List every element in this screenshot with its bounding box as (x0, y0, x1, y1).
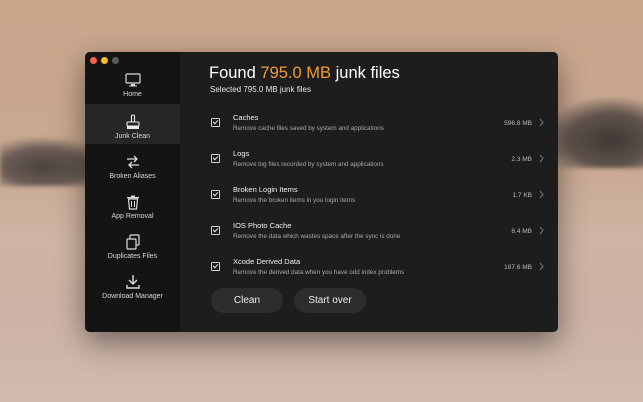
download-icon (125, 275, 140, 289)
item-description: Remove the data which wastes space after… (233, 233, 401, 240)
item-title: Caches (233, 113, 259, 122)
item-size: 1.7 KB (512, 192, 532, 199)
sidebar-item-label: Broken Aliases (109, 173, 156, 180)
monitor-icon (124, 73, 141, 87)
chevron-right-icon[interactable] (539, 226, 544, 235)
junk-item-xcode-derived-data[interactable]: Xcode Derived Data Remove the derived da… (210, 254, 544, 284)
item-checkbox[interactable] (211, 154, 220, 163)
title-amount: 795.0 MB (260, 64, 332, 82)
item-size: 187.6 MB (504, 264, 532, 271)
item-checkbox[interactable] (211, 190, 220, 199)
broom-icon (125, 114, 140, 129)
junk-item-logs[interactable]: Logs Remove log files recorded by system… (210, 146, 544, 176)
item-size: 596.8 MB (504, 120, 532, 127)
background-island-right (545, 98, 643, 168)
sidebar-item-duplicates-files[interactable]: Duplicates Files (85, 224, 180, 264)
duplicate-files-icon (125, 234, 140, 250)
junk-item-broken-login-items[interactable]: Broken Login Items Remove the broken ite… (210, 182, 544, 212)
sidebar-item-label: Home (123, 91, 142, 98)
selected-summary: Selected 795.0 MB junk files (210, 85, 311, 94)
item-size: 8.4 MB (511, 228, 532, 235)
title-suffix: junk files (335, 64, 400, 82)
trash-icon (126, 195, 139, 210)
shuffle-arrows-icon (126, 155, 139, 169)
item-title: Logs (233, 149, 250, 158)
chevron-right-icon[interactable] (539, 190, 544, 199)
clean-button[interactable]: Clean (211, 288, 283, 313)
item-title: Broken Login Items (233, 185, 298, 194)
item-checkbox[interactable] (211, 226, 220, 235)
sidebar-item-label: Download Manager (102, 293, 163, 300)
item-checkbox[interactable] (211, 118, 220, 127)
item-description: Remove cache files saved by system and a… (233, 125, 384, 132)
chevron-right-icon[interactable] (539, 118, 544, 127)
app-window: Home Junk Clean Broken Aliases App Remov… (85, 52, 558, 332)
sidebar-item-home[interactable]: Home (85, 62, 180, 102)
sidebar-item-label: App Removal (111, 213, 154, 220)
item-size: 2.3 MB (511, 156, 532, 163)
start-over-button[interactable]: Start over (294, 288, 366, 313)
sidebar-item-label: Junk Clean (114, 133, 151, 140)
item-checkbox[interactable] (211, 262, 220, 271)
page-title: Found 795.0 MB junk files (209, 64, 400, 83)
sidebar-item-label: Duplicates Files (107, 253, 158, 260)
title-prefix: Found (209, 64, 256, 82)
junk-item-caches[interactable]: Caches Remove cache files saved by syste… (210, 110, 544, 140)
item-description: Remove the broken items in you login ite… (233, 197, 356, 204)
chevron-right-icon[interactable] (539, 154, 544, 163)
main-panel: Found 795.0 MB junk files Selected 795.0… (180, 52, 558, 332)
sidebar-item-download-manager[interactable]: Download Manager (85, 264, 180, 304)
item-description: Remove the derived data when you have od… (233, 269, 405, 276)
sidebar-item-broken-aliases[interactable]: Broken Aliases (85, 144, 180, 184)
sidebar-item-junk-clean[interactable]: Junk Clean (85, 104, 180, 144)
sidebar-item-app-removal[interactable]: App Removal (85, 184, 180, 224)
chevron-right-icon[interactable] (539, 262, 544, 271)
item-title: Xcode Derived Data (233, 257, 301, 266)
sidebar: Home Junk Clean Broken Aliases App Remov… (85, 52, 180, 332)
item-description: Remove log files recorded by system and … (233, 161, 384, 168)
junk-item-ios-photo-cache[interactable]: IOS Photo Cache Remove the data which wa… (210, 218, 544, 248)
item-title: IOS Photo Cache (233, 221, 292, 230)
